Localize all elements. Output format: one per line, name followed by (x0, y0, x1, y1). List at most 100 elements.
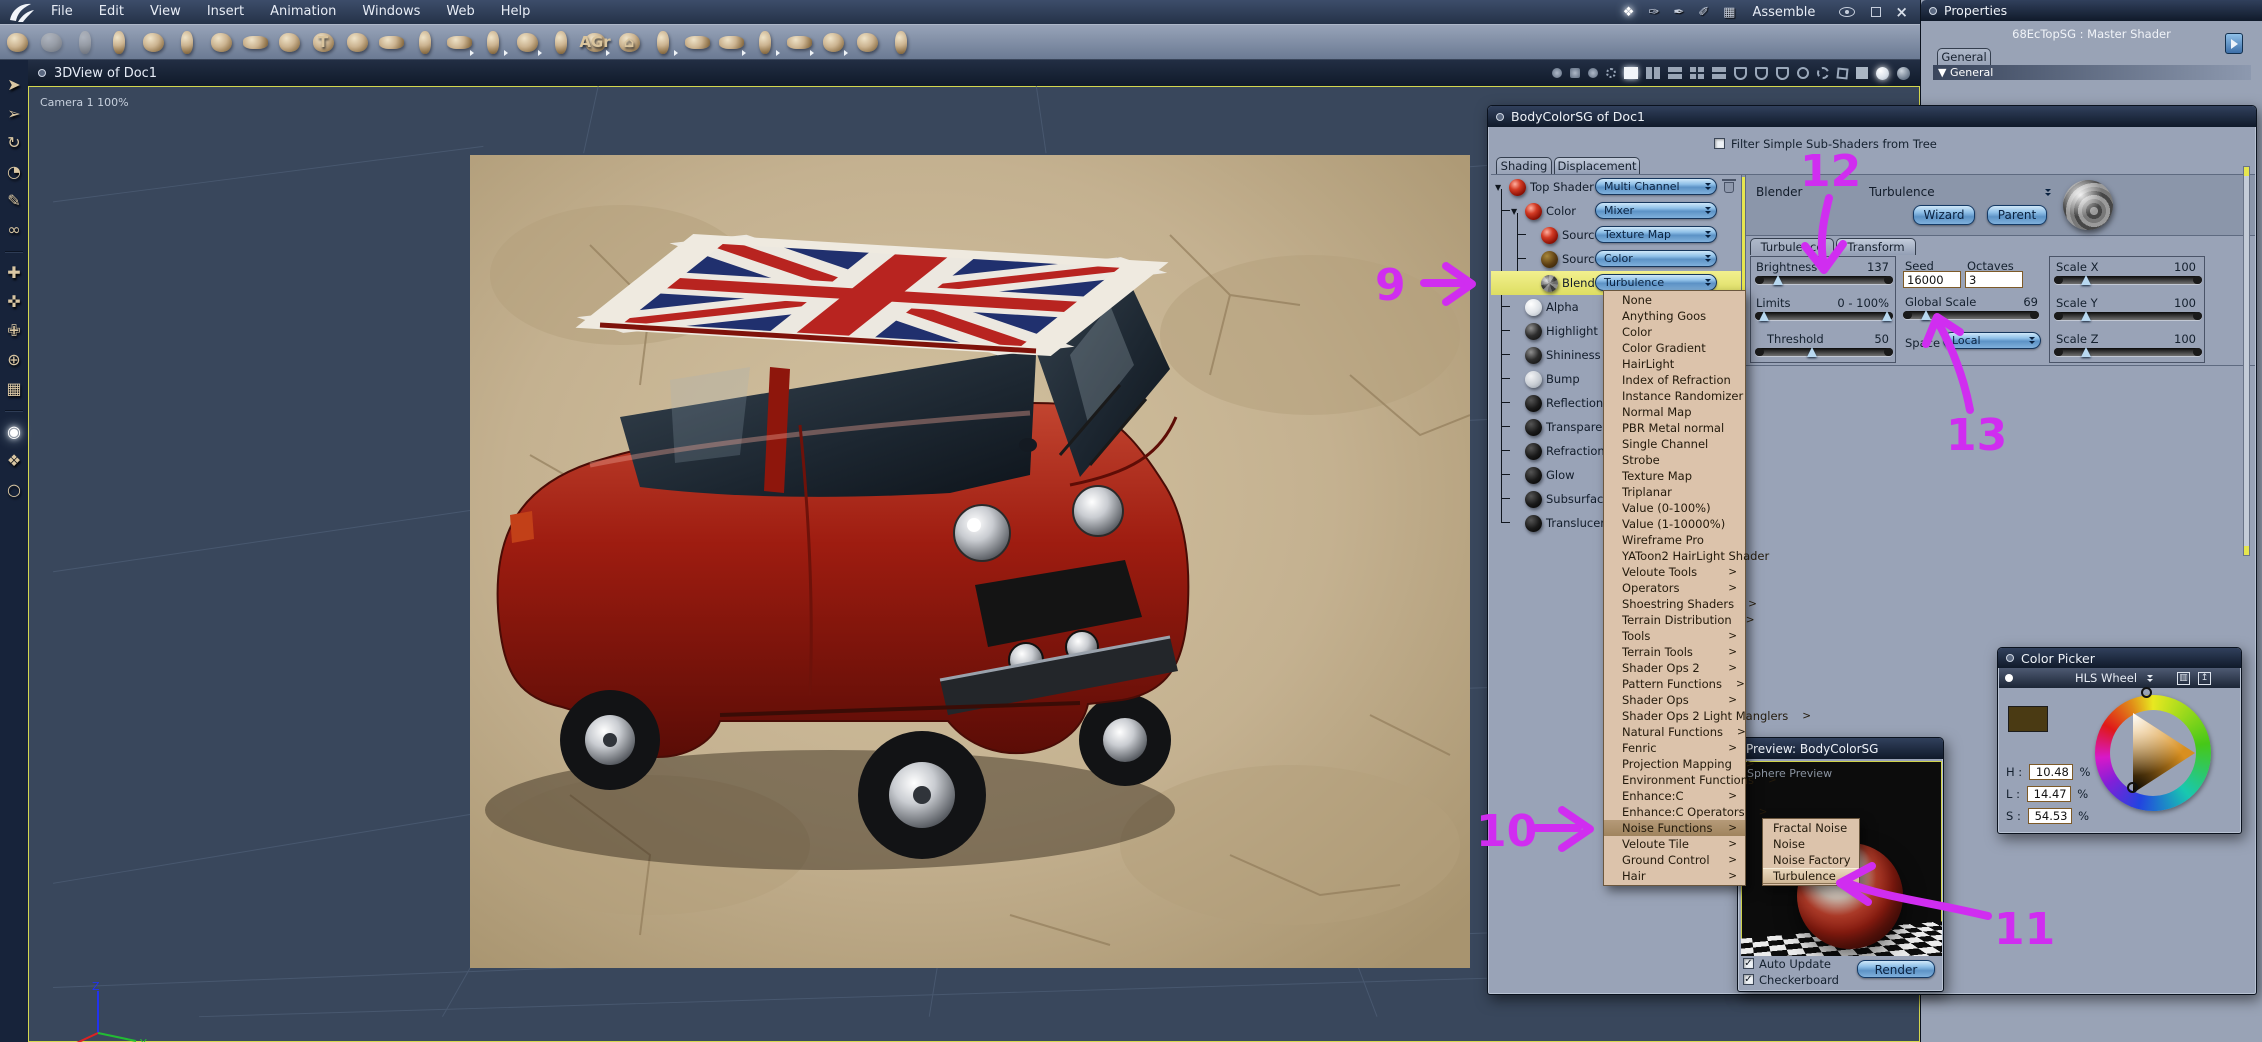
emitter-tool[interactable] (816, 27, 850, 57)
load-color-icon[interactable]: ↥ (2198, 671, 2212, 685)
render-options-icon[interactable] (1552, 68, 1562, 78)
auto-update-checkbox[interactable]: ✓ (1743, 958, 1754, 969)
expander-icon[interactable]: ▼ (1495, 183, 1505, 192)
menu-option[interactable]: Texture Map > (1604, 468, 1745, 484)
hls-wheel[interactable] (2095, 695, 2211, 811)
select-arrow-tool[interactable]: ➤ (0, 72, 28, 97)
threshold-slider[interactable] (1755, 346, 1893, 358)
shader-type-dropdown[interactable]: Color (1595, 250, 1717, 267)
wand-tool[interactable] (0, 27, 34, 57)
menu-option[interactable]: Projection Mapping > (1604, 756, 1755, 772)
shader-tree-row[interactable]: ▼ Source 2 Color (1491, 247, 1741, 271)
menu-option[interactable]: Veloute Tile > (1604, 836, 1745, 852)
shader-type-dropdown[interactable]: Texture Map (1595, 226, 1717, 243)
brush-tool[interactable] (68, 27, 102, 57)
menu-item[interactable]: View (137, 0, 194, 24)
agr-plant-tool[interactable]: AGr (578, 27, 612, 57)
paint-brush-icon[interactable]: ✑ (1648, 5, 1659, 20)
scale-x-slider[interactable] (2054, 274, 2202, 286)
color-picker-titlebar[interactable]: Color Picker (1998, 648, 2241, 668)
flat-shield-icon[interactable] (1776, 66, 1789, 80)
menu-option[interactable]: Wireframe Pro > (1604, 532, 1745, 548)
wire-shield-icon[interactable] (1734, 66, 1747, 80)
menu-option[interactable]: Shader Ops 2 > (1604, 660, 1745, 676)
menu-option[interactable]: Operators > (1604, 580, 1745, 596)
film-icon[interactable]: ▦ (1723, 5, 1735, 20)
submenu-option[interactable]: Noise Factory (1763, 852, 1859, 868)
pointer-tool[interactable] (102, 27, 136, 57)
move-vertical-tool[interactable]: ✜ (0, 289, 28, 314)
tree-primitive-tool[interactable] (408, 27, 442, 57)
wire-globe-icon[interactable] (1606, 68, 1616, 78)
visibility-eye-icon[interactable] (1839, 7, 1856, 17)
fountain-primitive-tool[interactable] (544, 27, 578, 57)
parent-button[interactable]: Parent (1987, 205, 2047, 225)
menu-option[interactable]: Noise Functions > (1604, 820, 1745, 836)
ink-pen-icon[interactable]: ✒ (1673, 5, 1684, 20)
transform-arrow-tool[interactable]: ➢ (0, 101, 28, 126)
window-dot-icon[interactable] (1496, 112, 1504, 121)
delete-shader-icon[interactable] (1722, 179, 1736, 194)
tab-displacement[interactable]: Displacement (1554, 157, 1640, 174)
submenu-option[interactable]: Fractal Noise (1763, 820, 1859, 836)
antialias-icon[interactable] (1588, 68, 1598, 78)
universal-manipulator-tool[interactable]: ⊕ (0, 347, 28, 372)
global-scale-slider[interactable] (1903, 309, 2039, 321)
submenu-option[interactable]: Noise (1763, 836, 1859, 852)
close-icon[interactable]: × (1895, 3, 1908, 21)
lit-shield-icon[interactable] (1755, 66, 1768, 80)
sl-marker[interactable] (2127, 782, 2138, 793)
separator[interactable] (0, 407, 28, 413)
shader-type-dropdown[interactable]: Turbulence (1595, 274, 1717, 291)
menu-option[interactable]: Index of Refraction > (1604, 372, 1745, 388)
window-dot-icon[interactable] (2006, 654, 2014, 662)
menu-option[interactable]: Shader Ops 2 Light Manglers > (1604, 708, 1811, 724)
camera-tool[interactable] (782, 27, 816, 57)
menu-option[interactable]: Color > (1604, 324, 1745, 340)
normals-circle-icon[interactable] (1797, 67, 1809, 79)
checkerboard-checkbox[interactable]: ✓ (1743, 974, 1754, 985)
window-dot-icon[interactable] (1929, 6, 1937, 15)
shader-ball-tool[interactable]: ◔ (0, 159, 28, 184)
window-dot-icon[interactable] (38, 69, 46, 77)
shader-type-dropdown[interactable]: Mixer (1595, 202, 1717, 219)
pane-single-icon[interactable] (1624, 67, 1638, 79)
save-color-icon[interactable]: ▥ (2177, 671, 2191, 685)
render-button[interactable]: Render (1857, 960, 1935, 978)
particles-primitive-tool[interactable] (340, 27, 374, 57)
tab-turbulence[interactable]: Turbulence (1750, 238, 1834, 255)
scale-y-slider[interactable] (2054, 310, 2202, 322)
hls-field-input[interactable] (2026, 786, 2071, 802)
wizard-button[interactable]: Wizard (1913, 205, 1975, 225)
viewport-titlebar[interactable]: 3DView of Doc1 (28, 60, 1920, 86)
menu-option[interactable]: None > (1604, 292, 1745, 308)
pane-l-icon[interactable] (1712, 67, 1726, 79)
space-dropdown[interactable]: Local (1943, 332, 2041, 349)
menu-option[interactable]: Enhance:C Operators > (1604, 804, 1767, 820)
text-primitive-tool[interactable]: T (306, 27, 340, 57)
sphere-primitive-tool[interactable] (136, 27, 170, 57)
house-primitive-tool[interactable]: ⌂ (612, 27, 646, 57)
menu-option[interactable]: Environment Functions > (1604, 772, 1777, 788)
menu-option[interactable]: Instance Randomizer > (1604, 388, 1745, 404)
spotlight-tool[interactable] (748, 27, 782, 57)
zoom-tool[interactable]: ○ (0, 477, 28, 502)
separator[interactable] (0, 248, 28, 254)
dashed-sphere-icon[interactable] (1817, 67, 1829, 79)
shaded-sphere-icon[interactable] (1876, 66, 1889, 80)
target-helper-tool[interactable] (850, 27, 884, 57)
scale-z-slider[interactable] (2054, 346, 2202, 358)
move-axis-tool[interactable]: ✙ (0, 318, 28, 343)
shader-tree-row[interactable]: ▼ Top Shader Multi Channel (1491, 175, 1741, 199)
octaves-input[interactable] (1965, 271, 2023, 288)
pan-tool[interactable] (34, 27, 68, 57)
pane-split-h-icon[interactable] (1668, 67, 1682, 79)
menu-option[interactable]: Normal Map > (1604, 404, 1745, 420)
menu-option[interactable]: Natural Functions > (1604, 724, 1746, 740)
bone-tool[interactable] (884, 27, 918, 57)
tab-shading[interactable]: Shading (1496, 157, 1552, 174)
metaball-primitive-tool[interactable] (510, 27, 544, 57)
ocean-primitive-tool[interactable] (680, 27, 714, 57)
filter-subshaders-checkbox[interactable] (1714, 138, 1725, 149)
menu-option[interactable]: Value (0-100%) > (1604, 500, 1745, 516)
